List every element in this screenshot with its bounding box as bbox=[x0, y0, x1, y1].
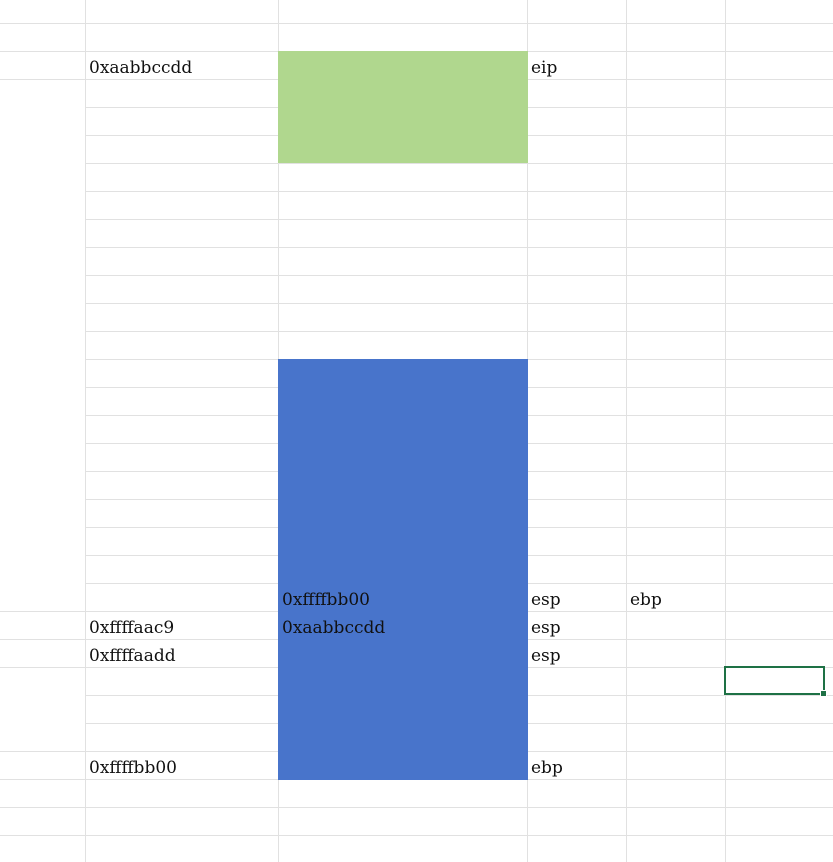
cell-address-row2[interactable]: 0xaabbccdd bbox=[85, 54, 192, 82]
blue-fill-block[interactable] bbox=[278, 359, 528, 780]
cell-register-esp-row22[interactable]: esp bbox=[527, 614, 561, 642]
selected-cell-outline[interactable] bbox=[724, 666, 825, 695]
cell-register-eip[interactable]: eip bbox=[527, 54, 557, 82]
row-gridline bbox=[85, 191, 833, 192]
cell-address-row27[interactable]: 0xffffbb00 bbox=[85, 754, 177, 782]
row-gridline bbox=[85, 331, 833, 332]
row-gridline bbox=[85, 247, 833, 248]
row-gridline bbox=[0, 23, 833, 24]
column-gridline bbox=[725, 0, 726, 862]
cell-stack-value-row22[interactable]: 0xaabbccdd bbox=[278, 614, 385, 642]
cell-register-ebp-row27[interactable]: ebp bbox=[527, 754, 563, 782]
column-gridline bbox=[626, 0, 627, 862]
green-fill-block[interactable] bbox=[278, 51, 528, 163]
row-gridline bbox=[0, 807, 833, 808]
cell-stack-value-row21[interactable]: 0xffffbb00 bbox=[278, 586, 370, 614]
cell-address-row23[interactable]: 0xffffaadd bbox=[85, 642, 176, 670]
row-gridline bbox=[85, 219, 833, 220]
row-gridline bbox=[85, 163, 833, 164]
row-gridline bbox=[85, 275, 833, 276]
row-gridline bbox=[0, 835, 833, 836]
cell-register-ebp-row21[interactable]: ebp bbox=[626, 586, 662, 614]
column-gridline bbox=[85, 0, 86, 862]
cell-register-esp-row21[interactable]: esp bbox=[527, 586, 561, 614]
cell-register-esp-row23[interactable]: esp bbox=[527, 642, 561, 670]
row-gridline bbox=[85, 303, 833, 304]
fill-handle[interactable] bbox=[820, 690, 827, 697]
cell-address-row22[interactable]: 0xffffaac9 bbox=[85, 614, 174, 642]
